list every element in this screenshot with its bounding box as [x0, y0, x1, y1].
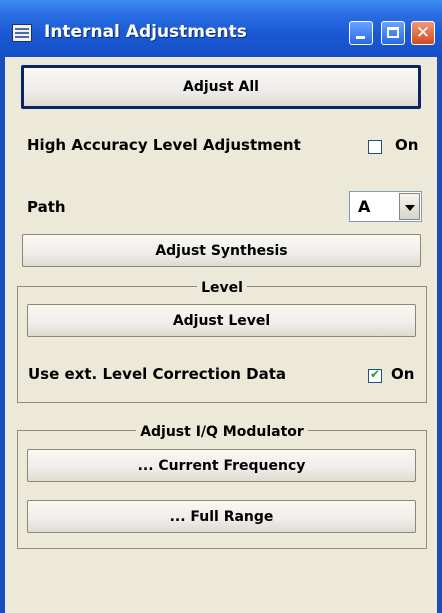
path-select-value: A — [358, 197, 371, 216]
ext-level-correction-label: Use ext. Level Correction Data — [28, 365, 287, 383]
dialog-body: Adjust All High Accuracy Level Adjustmen… — [5, 57, 437, 613]
window-app-icon — [12, 24, 32, 42]
title-bar[interactable]: Internal Adjustments ✕ — [0, 0, 442, 57]
adjust-level-button[interactable]: Adjust Level — [27, 304, 416, 337]
minimize-button[interactable] — [349, 21, 373, 45]
close-icon: ✕ — [415, 23, 431, 43]
maximize-icon — [382, 22, 404, 44]
window-title: Internal Adjustments — [44, 22, 247, 42]
adjust-all-button[interactable]: Adjust All — [21, 65, 421, 109]
iq-modulator-group-title: Adjust I/Q Modulator — [136, 424, 308, 440]
path-label: Path — [27, 198, 66, 216]
close-button[interactable]: ✕ — [411, 21, 435, 45]
full-range-button[interactable]: ... Full Range — [27, 500, 416, 533]
iq-modulator-group: Adjust I/Q Modulator ... Current Frequen… — [17, 424, 427, 549]
level-group: Level Adjust Level Use ext. Level Correc… — [17, 280, 427, 403]
high-accuracy-label: High Accuracy Level Adjustment — [27, 136, 301, 154]
level-group-title: Level — [197, 280, 247, 296]
chevron-down-icon[interactable] — [399, 193, 420, 220]
current-frequency-button[interactable]: ... Current Frequency — [27, 449, 416, 482]
path-select[interactable]: A — [349, 191, 422, 222]
minimize-icon — [350, 22, 372, 44]
maximize-button[interactable] — [381, 21, 405, 45]
high-accuracy-checkbox[interactable] — [368, 140, 382, 154]
high-accuracy-on-label: On — [395, 136, 419, 154]
adjust-synthesis-button[interactable]: Adjust Synthesis — [22, 234, 421, 267]
window-frame-right — [437, 57, 442, 613]
internal-adjustments-window: Internal Adjustments ✕ Adjust All High A… — [0, 0, 442, 613]
ext-level-correction-checkbox[interactable] — [368, 367, 382, 383]
ext-level-correction-on-label: On — [391, 365, 415, 383]
